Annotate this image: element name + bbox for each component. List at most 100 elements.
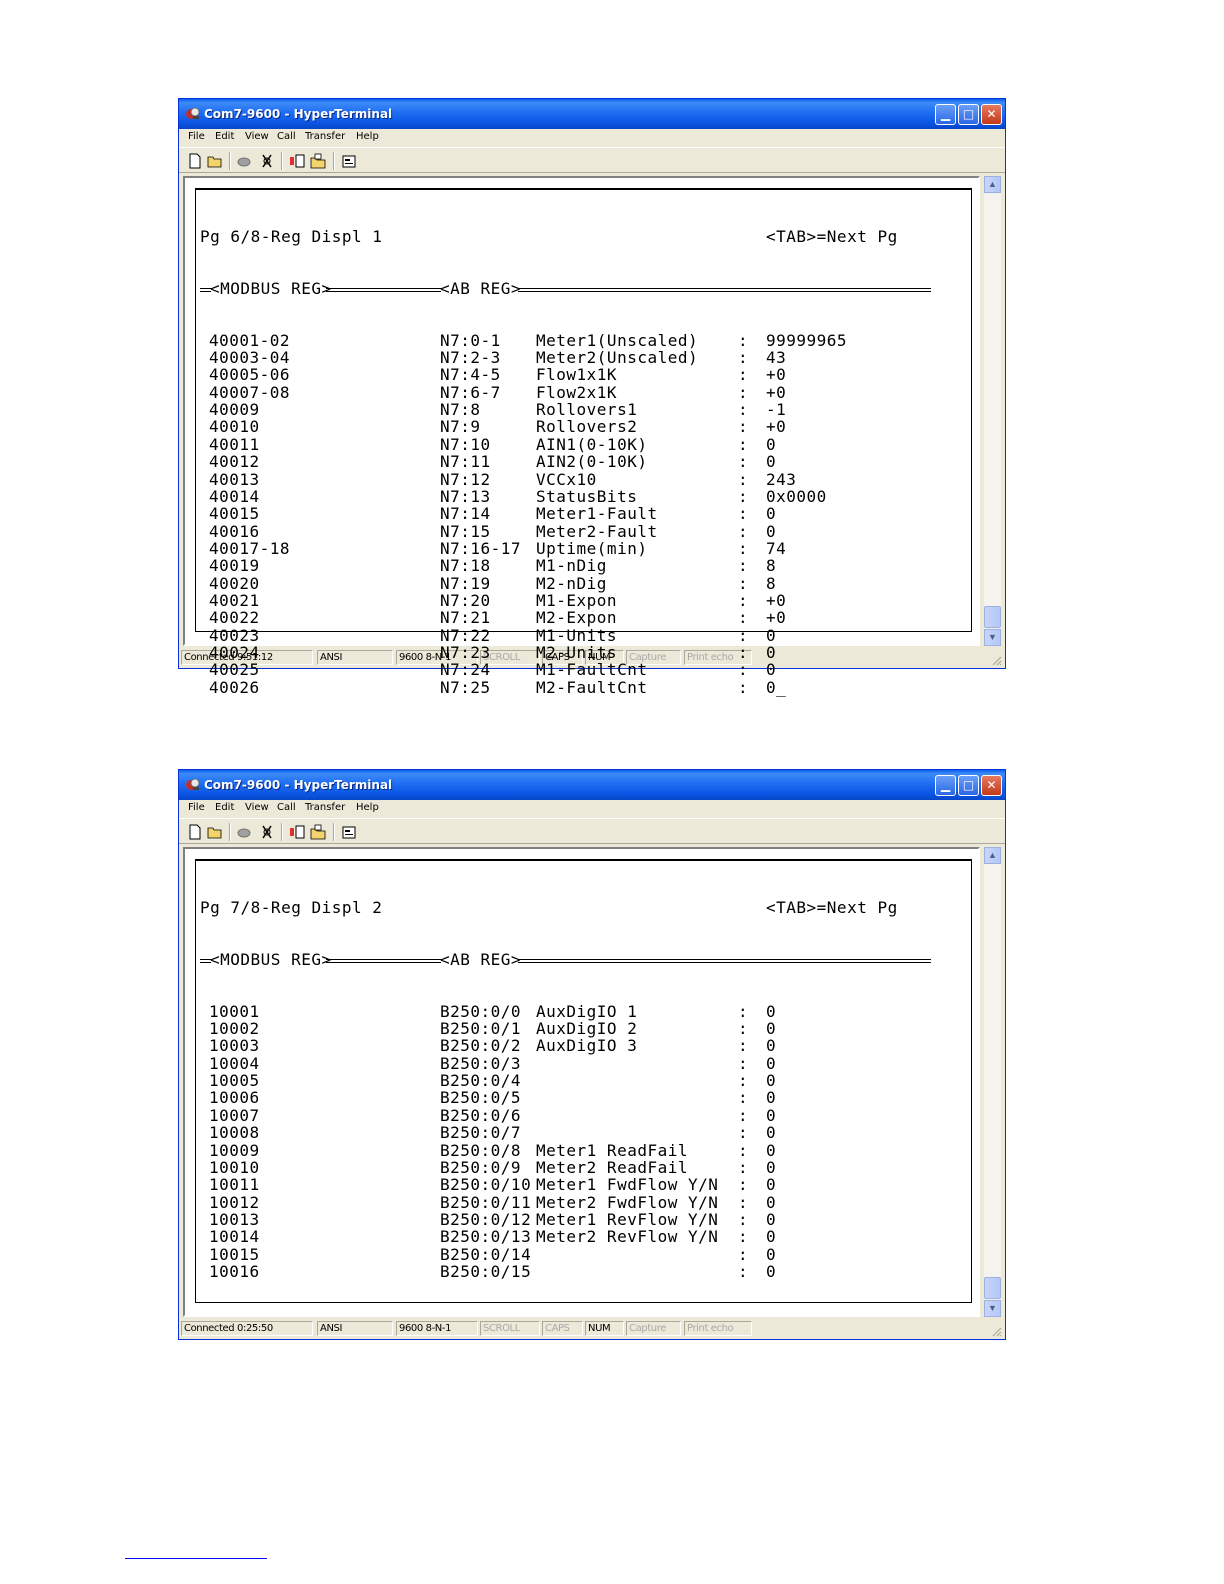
call-icon[interactable] bbox=[236, 153, 252, 169]
maximize-button[interactable]: □ bbox=[958, 775, 979, 796]
register-name: AIN2(0-10K) bbox=[536, 452, 648, 472]
register-value: 0 bbox=[766, 1157, 777, 1177]
menu-bar: File Edit View Call Transfer Help bbox=[179, 800, 1005, 818]
modbus-register: 10006 bbox=[209, 1088, 260, 1108]
menu-bar: File Edit View Call Transfer Help bbox=[179, 129, 1005, 147]
register-name: M2-FaultCnt bbox=[536, 677, 648, 697]
send-icon[interactable] bbox=[289, 153, 305, 169]
open-folder-icon[interactable] bbox=[207, 153, 223, 169]
modbus-register: 40025 bbox=[209, 660, 260, 680]
menu-view[interactable]: View bbox=[245, 802, 269, 813]
page-label: Pg 7/8-Reg Displ 2 bbox=[200, 897, 383, 917]
menu-help[interactable]: Help bbox=[356, 131, 379, 142]
menu-transfer[interactable]: Transfer bbox=[305, 131, 345, 142]
terminal-screen-1: Pg 6/8-Reg Displ 1 <TAB>=Next Pg <MODBUS… bbox=[198, 193, 931, 713]
title-bar[interactable]: Com7-9600 - HyperTerminal ▁ □ ✕ bbox=[179, 770, 1005, 800]
modbus-register: 10003 bbox=[209, 1036, 260, 1056]
disconnect-icon[interactable] bbox=[259, 824, 275, 840]
separator-colon: : bbox=[738, 1140, 749, 1160]
ab-register: N7:25 bbox=[440, 677, 491, 697]
ab-register: N7:19 bbox=[440, 573, 491, 593]
status-caps: CAPS bbox=[542, 1321, 583, 1336]
properties-icon[interactable] bbox=[341, 824, 357, 840]
register-name: M1-FaultCnt bbox=[536, 660, 648, 680]
minimize-button[interactable]: ▁ bbox=[935, 775, 956, 796]
menu-edit[interactable]: Edit bbox=[215, 802, 234, 813]
modbus-register: 40011 bbox=[209, 434, 260, 454]
maximize-button[interactable]: □ bbox=[958, 104, 979, 125]
toolbar-separator bbox=[281, 823, 283, 841]
ab-register: B250:0/11 bbox=[440, 1192, 532, 1212]
scroll-down-button[interactable]: ▼ bbox=[984, 1300, 1001, 1317]
scroll-thumb[interactable] bbox=[984, 1277, 1001, 1299]
register-row: 10007 B250:0/6:0 bbox=[198, 1106, 776, 1124]
ab-register: B250:0/8 bbox=[440, 1140, 522, 1160]
scroll-up-button[interactable]: ▲ bbox=[984, 176, 1001, 193]
register-value: 0 bbox=[766, 625, 777, 645]
receive-icon[interactable] bbox=[310, 824, 326, 840]
disconnect-icon[interactable] bbox=[259, 153, 275, 169]
title-bar[interactable]: Com7-9600 - HyperTerminal ▁ □ ✕ bbox=[179, 99, 1005, 129]
modbus-register: 40012 bbox=[209, 452, 260, 472]
register-row: 10003 B250:0/2 AuxDigIO 3:0 bbox=[198, 1037, 776, 1055]
separator-colon: : bbox=[738, 417, 749, 437]
new-file-icon[interactable] bbox=[187, 153, 203, 169]
send-icon[interactable] bbox=[289, 824, 305, 840]
register-name: Meter1(Unscaled) bbox=[536, 330, 699, 350]
register-name: AuxDigIO 1 bbox=[536, 1001, 638, 1021]
register-value: 0 bbox=[766, 1105, 777, 1125]
ab-register: N7:10 bbox=[440, 434, 491, 454]
next-page-hint: <TAB>=Next Pg bbox=[766, 897, 898, 917]
receive-icon[interactable] bbox=[310, 153, 326, 169]
menu-view[interactable]: View bbox=[245, 131, 269, 142]
modbus-register: 40009 bbox=[209, 400, 260, 420]
modbus-register: 40013 bbox=[209, 469, 260, 489]
footer-rule bbox=[125, 1558, 267, 1559]
terminal-area[interactable] bbox=[183, 847, 980, 1317]
scroll-thumb[interactable] bbox=[984, 606, 1001, 628]
separator-colon: : bbox=[738, 1261, 749, 1281]
double-rule bbox=[326, 287, 441, 292]
modbus-register: 40016 bbox=[209, 521, 260, 541]
menu-file[interactable]: File bbox=[188, 802, 205, 813]
separator-colon: : bbox=[738, 625, 749, 645]
menu-help[interactable]: Help bbox=[356, 802, 379, 813]
close-button[interactable]: ✕ bbox=[981, 104, 1002, 125]
register-value: 0 bbox=[766, 1192, 777, 1212]
separator-colon: : bbox=[738, 1227, 749, 1247]
scroll-down-button[interactable]: ▼ bbox=[984, 629, 1001, 646]
menu-call[interactable]: Call bbox=[277, 131, 296, 142]
register-value: 0 bbox=[766, 660, 777, 680]
register-value: +0 bbox=[766, 365, 787, 385]
scroll-up-button[interactable]: ▲ bbox=[984, 847, 1001, 864]
menu-file[interactable]: File bbox=[188, 131, 205, 142]
minimize-button[interactable]: ▁ bbox=[935, 104, 956, 125]
register-value: 8 bbox=[766, 573, 777, 593]
vertical-scrollbar[interactable]: ▲ ▼ bbox=[984, 176, 1001, 646]
register-row: 40003-04 N7:2-3 Meter2(Unscaled):43 bbox=[198, 349, 786, 367]
menu-transfer[interactable]: Transfer bbox=[305, 802, 345, 813]
vertical-scrollbar[interactable]: ▲ ▼ bbox=[984, 847, 1001, 1317]
separator-colon: : bbox=[738, 1036, 749, 1056]
separator-colon: : bbox=[738, 590, 749, 610]
resize-grip-icon[interactable] bbox=[990, 654, 1002, 666]
register-name: AIN1(0-10K) bbox=[536, 434, 648, 454]
separator-colon: : bbox=[738, 1175, 749, 1195]
ab-register: N7:15 bbox=[440, 521, 491, 541]
register-value: 0 bbox=[766, 1123, 777, 1143]
properties-icon[interactable] bbox=[341, 153, 357, 169]
modbus-register: 10013 bbox=[209, 1209, 260, 1229]
menu-call[interactable]: Call bbox=[277, 802, 296, 813]
new-file-icon[interactable] bbox=[187, 824, 203, 840]
modbus-register: 10014 bbox=[209, 1227, 260, 1247]
menu-edit[interactable]: Edit bbox=[215, 131, 234, 142]
call-icon[interactable] bbox=[236, 824, 252, 840]
open-folder-icon[interactable] bbox=[207, 824, 223, 840]
register-name: Meter2 RevFlow Y/N bbox=[536, 1227, 719, 1247]
modbus-register: 10005 bbox=[209, 1071, 260, 1091]
register-row: 40012 N7:11 AIN2(0-10K):0 bbox=[198, 453, 776, 471]
resize-grip-icon[interactable] bbox=[990, 1325, 1002, 1337]
close-button[interactable]: ✕ bbox=[981, 775, 1002, 796]
register-value: +0 bbox=[766, 382, 787, 402]
separator-colon: : bbox=[738, 330, 749, 350]
